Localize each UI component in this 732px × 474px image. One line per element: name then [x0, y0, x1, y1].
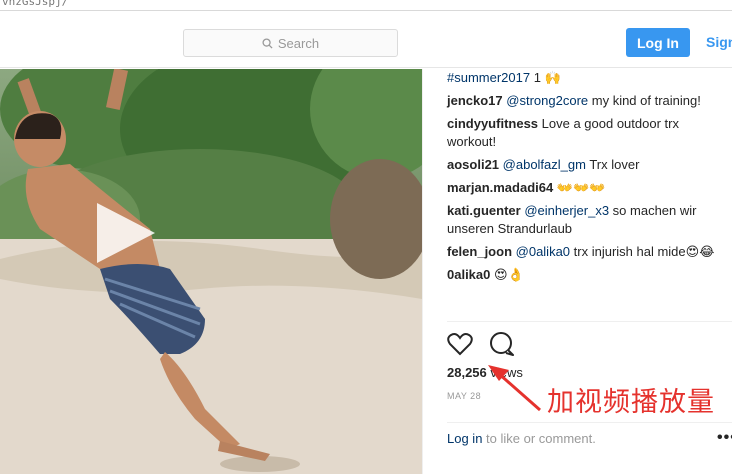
- comment-text: trx injurish hal mide😍😂: [570, 244, 715, 259]
- more-options-icon[interactable]: •••: [717, 429, 732, 447]
- comment-list: #summer2017 1 🙌 jencko17 @strong2core my…: [447, 69, 727, 289]
- comment-text: 👐👐👐: [553, 180, 606, 195]
- video-player[interactable]: [0, 69, 422, 474]
- comment-mention[interactable]: @abolfazl_gm: [503, 157, 586, 172]
- comment-mention[interactable]: @strong2core: [506, 93, 588, 108]
- url-text: vnzGsJspj/: [2, 0, 69, 8]
- search-icon: [262, 37, 273, 49]
- comment-mention[interactable]: @0alika0: [516, 244, 570, 259]
- list-item: marjan.madadi64 👐👐👐: [447, 179, 727, 197]
- emoji-icon: 🙌: [540, 70, 561, 85]
- caption-tail: #summer2017 1 🙌: [447, 70, 561, 85]
- views-number: 28,256: [447, 365, 487, 380]
- hashtag-link[interactable]: #summer2017: [447, 70, 530, 85]
- views-label: views: [486, 365, 523, 380]
- action-bar: [447, 332, 515, 356]
- list-item: aosoli21 @abolfazl_gm Trx lover: [447, 156, 727, 174]
- post-date[interactable]: MAY 28: [447, 391, 481, 401]
- heart-icon[interactable]: [447, 332, 473, 356]
- comment-username[interactable]: marjan.madadi64: [447, 180, 553, 195]
- video-frame: [0, 69, 422, 474]
- top-navigation: Search Log In Sign: [0, 12, 732, 68]
- divider: [447, 422, 732, 423]
- list-item: cindyyufitness Love a good outdoor trx w…: [447, 115, 727, 151]
- comment-username[interactable]: 0alika0: [447, 267, 490, 282]
- comment-text: Trx lover: [585, 157, 640, 172]
- address-bar[interactable]: vnzGsJspj/: [0, 0, 732, 11]
- play-icon[interactable]: [95, 201, 157, 265]
- comment-username[interactable]: cindyyufitness: [447, 116, 538, 131]
- annotation-label: 加视频播放量: [547, 387, 715, 418]
- login-prompt-text: to like or comment.: [482, 431, 596, 446]
- search-input[interactable]: Search: [183, 29, 398, 57]
- comment-mention[interactable]: @einherjer_x3: [524, 203, 609, 218]
- list-item: kati.guenter @einherjer_x3 so machen wir…: [447, 202, 727, 238]
- list-item: felen_joon @0alika0 trx injurish hal mid…: [447, 243, 727, 261]
- comment-text: 😍👌: [490, 267, 524, 282]
- comment-username[interactable]: felen_joon: [447, 244, 512, 259]
- signup-link[interactable]: Sign: [706, 34, 732, 50]
- search-placeholder: Search: [277, 35, 320, 51]
- comment-username[interactable]: kati.guenter: [447, 203, 521, 218]
- view-count: 28,256 views: [447, 365, 523, 380]
- login-prompt: Log in to like or comment.: [447, 431, 596, 446]
- comment-username[interactable]: aosoli21: [447, 157, 499, 172]
- login-button[interactable]: Log In: [626, 28, 690, 57]
- login-link[interactable]: Log in: [447, 431, 482, 446]
- list-item: jencko17 @strong2core my kind of trainin…: [447, 92, 727, 110]
- divider: [447, 321, 732, 322]
- comment-text: my kind of training!: [588, 93, 701, 108]
- comment-username[interactable]: jencko17: [447, 93, 503, 108]
- list-item: 0alika0 😍👌: [447, 266, 727, 284]
- comment-icon[interactable]: [489, 332, 515, 356]
